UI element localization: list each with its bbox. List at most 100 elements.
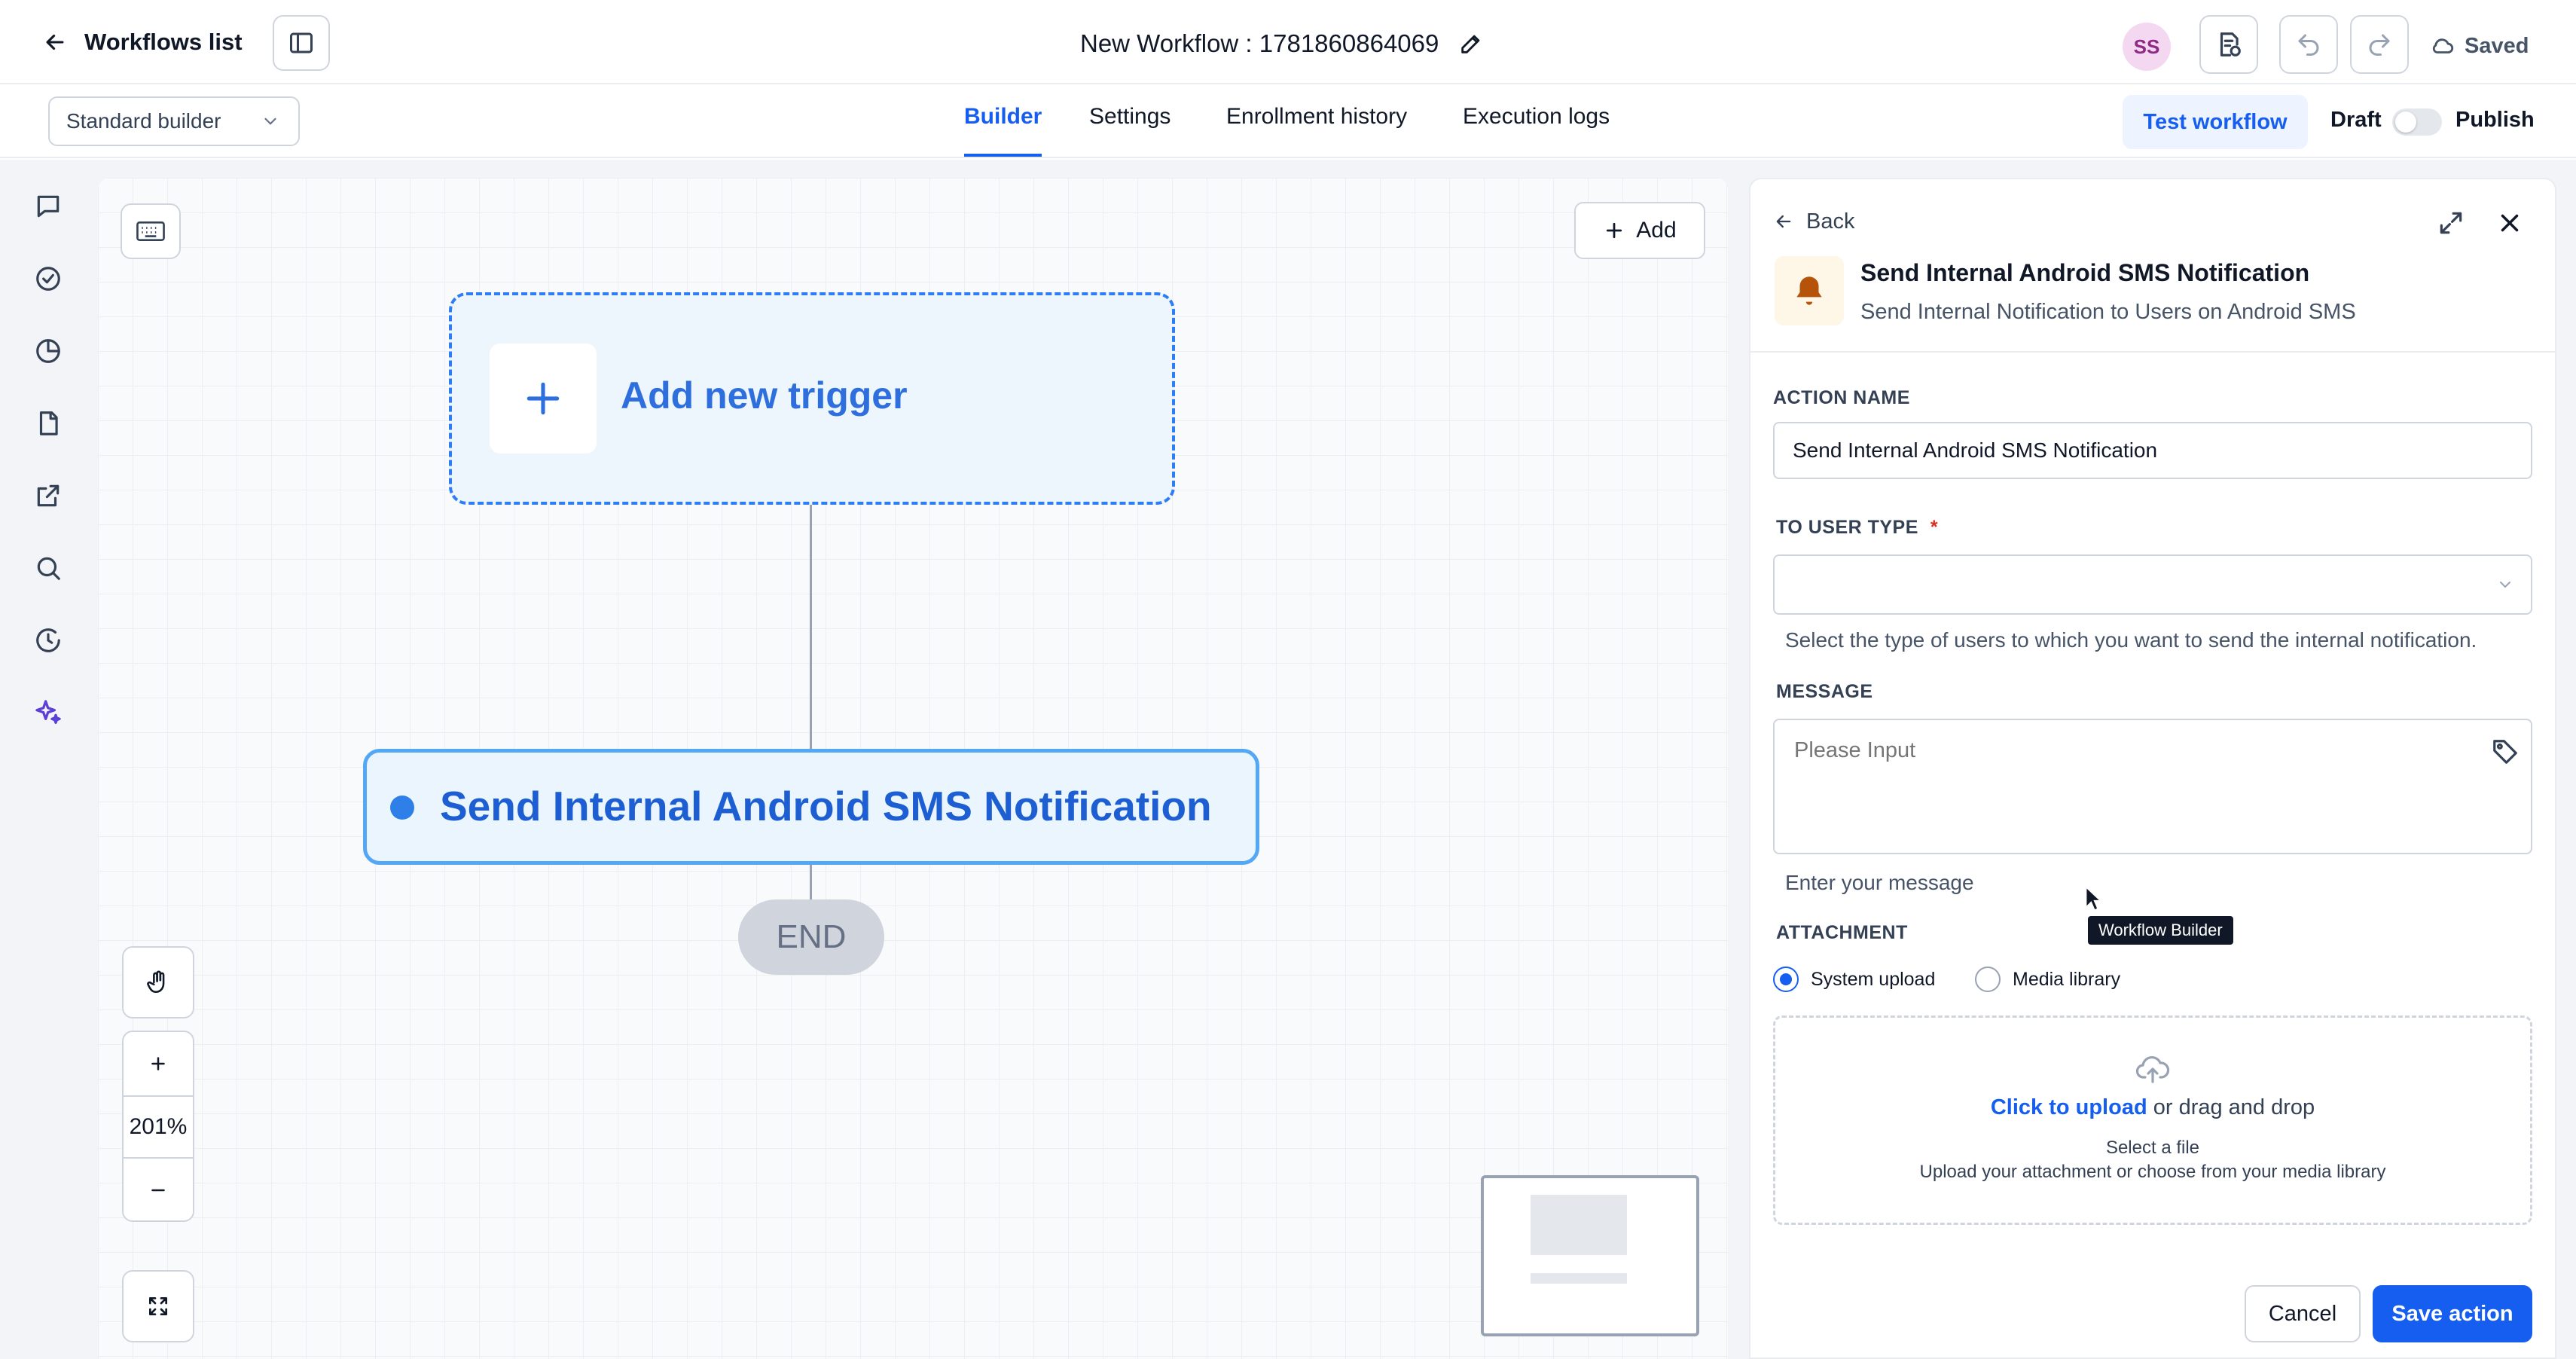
add-label: Add xyxy=(1636,218,1677,243)
user-type-label: TO USER TYPE * xyxy=(1776,517,1938,539)
action-name-input[interactable] xyxy=(1773,422,2532,479)
panel-divider xyxy=(1750,351,2555,353)
cloud-upload-icon xyxy=(2135,1053,2171,1085)
chevron-down-icon xyxy=(261,111,280,131)
expand-panel-icon[interactable] xyxy=(2433,205,2469,241)
publish-toggle[interactable] xyxy=(2392,108,2442,136)
edit-pencil-icon[interactable] xyxy=(1458,31,1484,56)
tab-settings[interactable]: Settings xyxy=(1089,104,1170,157)
workflow-title: New Workflow : 1781860864069 xyxy=(1080,23,1484,65)
message-label: MESSAGE xyxy=(1776,681,1873,702)
panel-subtitle: Send Internal Notification to Users on A… xyxy=(1860,300,2356,324)
drag-drop-text: or drag and drop xyxy=(2147,1095,2315,1119)
add-button[interactable]: Add xyxy=(1574,202,1705,259)
minimap-node xyxy=(1531,1195,1627,1255)
radio-label: Media library xyxy=(2013,968,2121,990)
plus-icon xyxy=(147,1052,169,1075)
user-type-label-text: TO USER TYPE xyxy=(1776,517,1918,538)
save-action-button[interactable]: Save action xyxy=(2373,1285,2532,1342)
radio-media-library[interactable]: Media library xyxy=(1975,963,2120,996)
minimap[interactable] xyxy=(1481,1175,1699,1336)
connector-line xyxy=(810,505,812,749)
zoom-in-button[interactable] xyxy=(124,1032,193,1095)
tab-builder[interactable]: Builder xyxy=(964,104,1042,157)
hand-icon xyxy=(145,970,171,995)
external-link-icon[interactable] xyxy=(30,478,66,514)
search-icon[interactable] xyxy=(30,550,66,586)
back-label: Workflows list xyxy=(84,29,243,55)
builder-mode-select[interactable]: Standard builder xyxy=(48,96,300,146)
check-circle-icon[interactable] xyxy=(30,261,66,297)
plus-icon xyxy=(1603,219,1625,242)
keyboard-shortcuts-button[interactable] xyxy=(121,203,181,259)
message-help: Enter your message xyxy=(1785,871,1974,894)
action-type-badge xyxy=(1775,256,1844,325)
action-node-label[interactable]: Send Internal Android SMS Notification xyxy=(440,782,1212,830)
action-status-dot xyxy=(390,796,414,820)
pie-chart-icon[interactable] xyxy=(30,333,66,369)
saved-status: Saved xyxy=(2430,27,2529,65)
tooltip: Workflow Builder xyxy=(2088,916,2233,945)
undo-button[interactable] xyxy=(2279,15,2338,74)
radio-button[interactable] xyxy=(1975,967,2001,992)
redo-icon xyxy=(2366,31,2393,58)
chat-icon[interactable] xyxy=(30,188,66,224)
cancel-button[interactable]: Cancel xyxy=(2245,1285,2361,1342)
close-icon[interactable] xyxy=(2492,205,2528,241)
workflow-title-text: New Workflow : 1781860864069 xyxy=(1080,29,1439,57)
document-icon[interactable] xyxy=(30,405,66,441)
end-node: END xyxy=(738,899,884,975)
click-to-upload-link[interactable]: Click to upload xyxy=(1991,1095,2147,1119)
connector-line xyxy=(810,865,812,899)
toggle-sidebar-button[interactable] xyxy=(273,15,330,71)
panel-title: Send Internal Android SMS Notification xyxy=(1860,259,2310,286)
user-type-select[interactable] xyxy=(1773,554,2532,615)
radio-system-upload[interactable]: System upload xyxy=(1773,963,1935,996)
action-name-label: ACTION NAME xyxy=(1773,387,1910,408)
fit-view-button[interactable] xyxy=(122,1270,194,1342)
zoom-controls: 201% xyxy=(122,1031,194,1222)
trigger-plus-box[interactable] xyxy=(490,344,597,454)
attachment-label: ATTACHMENT xyxy=(1776,922,1908,943)
required-mark: * xyxy=(1930,517,1939,538)
radio-button[interactable] xyxy=(1773,967,1799,992)
mouse-cursor-icon xyxy=(2085,886,2103,913)
upload-dropzone[interactable] xyxy=(1773,1015,2532,1225)
user-avatar[interactable]: SS xyxy=(2123,23,2171,71)
toggle-knob xyxy=(2395,111,2416,133)
chevron-down-icon xyxy=(2496,576,2514,594)
tab-enrollment-history[interactable]: Enrollment history xyxy=(1226,104,1407,157)
keyboard-icon xyxy=(136,220,165,243)
sidebar-panel-icon xyxy=(288,29,315,56)
redo-button[interactable] xyxy=(2350,15,2409,74)
undo-icon xyxy=(2295,31,2322,58)
zoom-level: 201% xyxy=(124,1095,193,1159)
back-to-workflows-link[interactable]: Workflows list xyxy=(42,21,243,63)
sparkle-icon[interactable] xyxy=(30,695,66,731)
arrow-left-icon xyxy=(1773,211,1794,232)
user-type-help: Select the type of users to which you wa… xyxy=(1785,628,2477,652)
upload-subtext: Select a file xyxy=(2105,1138,2200,1158)
zoom-out-button[interactable] xyxy=(124,1159,193,1222)
test-workflow-button[interactable]: Test workflow xyxy=(2123,95,2308,149)
tab-execution-logs[interactable]: Execution logs xyxy=(1463,104,1610,157)
workflow-notes-button[interactable] xyxy=(2199,15,2258,74)
publish-label: Publish xyxy=(2455,108,2535,132)
message-textarea[interactable] xyxy=(1773,719,2532,854)
upload-instructions: Click to upload or drag and drop xyxy=(1773,1095,2532,1120)
document-check-icon xyxy=(2214,30,2243,59)
trigger-label[interactable]: Add new trigger xyxy=(621,374,908,417)
draft-label: Draft xyxy=(2330,108,2382,132)
pan-tool-button[interactable] xyxy=(122,946,194,1018)
upload-subtext: Upload your attachment or choose from yo… xyxy=(1919,1162,2386,1182)
tag-icon[interactable] xyxy=(2489,735,2522,768)
minimap-node xyxy=(1531,1273,1627,1284)
expand-arrows-icon xyxy=(146,1294,170,1318)
panel-back-button[interactable]: Back xyxy=(1773,205,1854,238)
history-icon[interactable] xyxy=(30,622,66,658)
builder-mode-value: Standard builder xyxy=(66,109,221,133)
plus-icon xyxy=(522,377,564,420)
saved-label: Saved xyxy=(2465,33,2529,58)
minus-icon xyxy=(147,1179,169,1202)
cloud-check-icon xyxy=(2430,33,2455,59)
